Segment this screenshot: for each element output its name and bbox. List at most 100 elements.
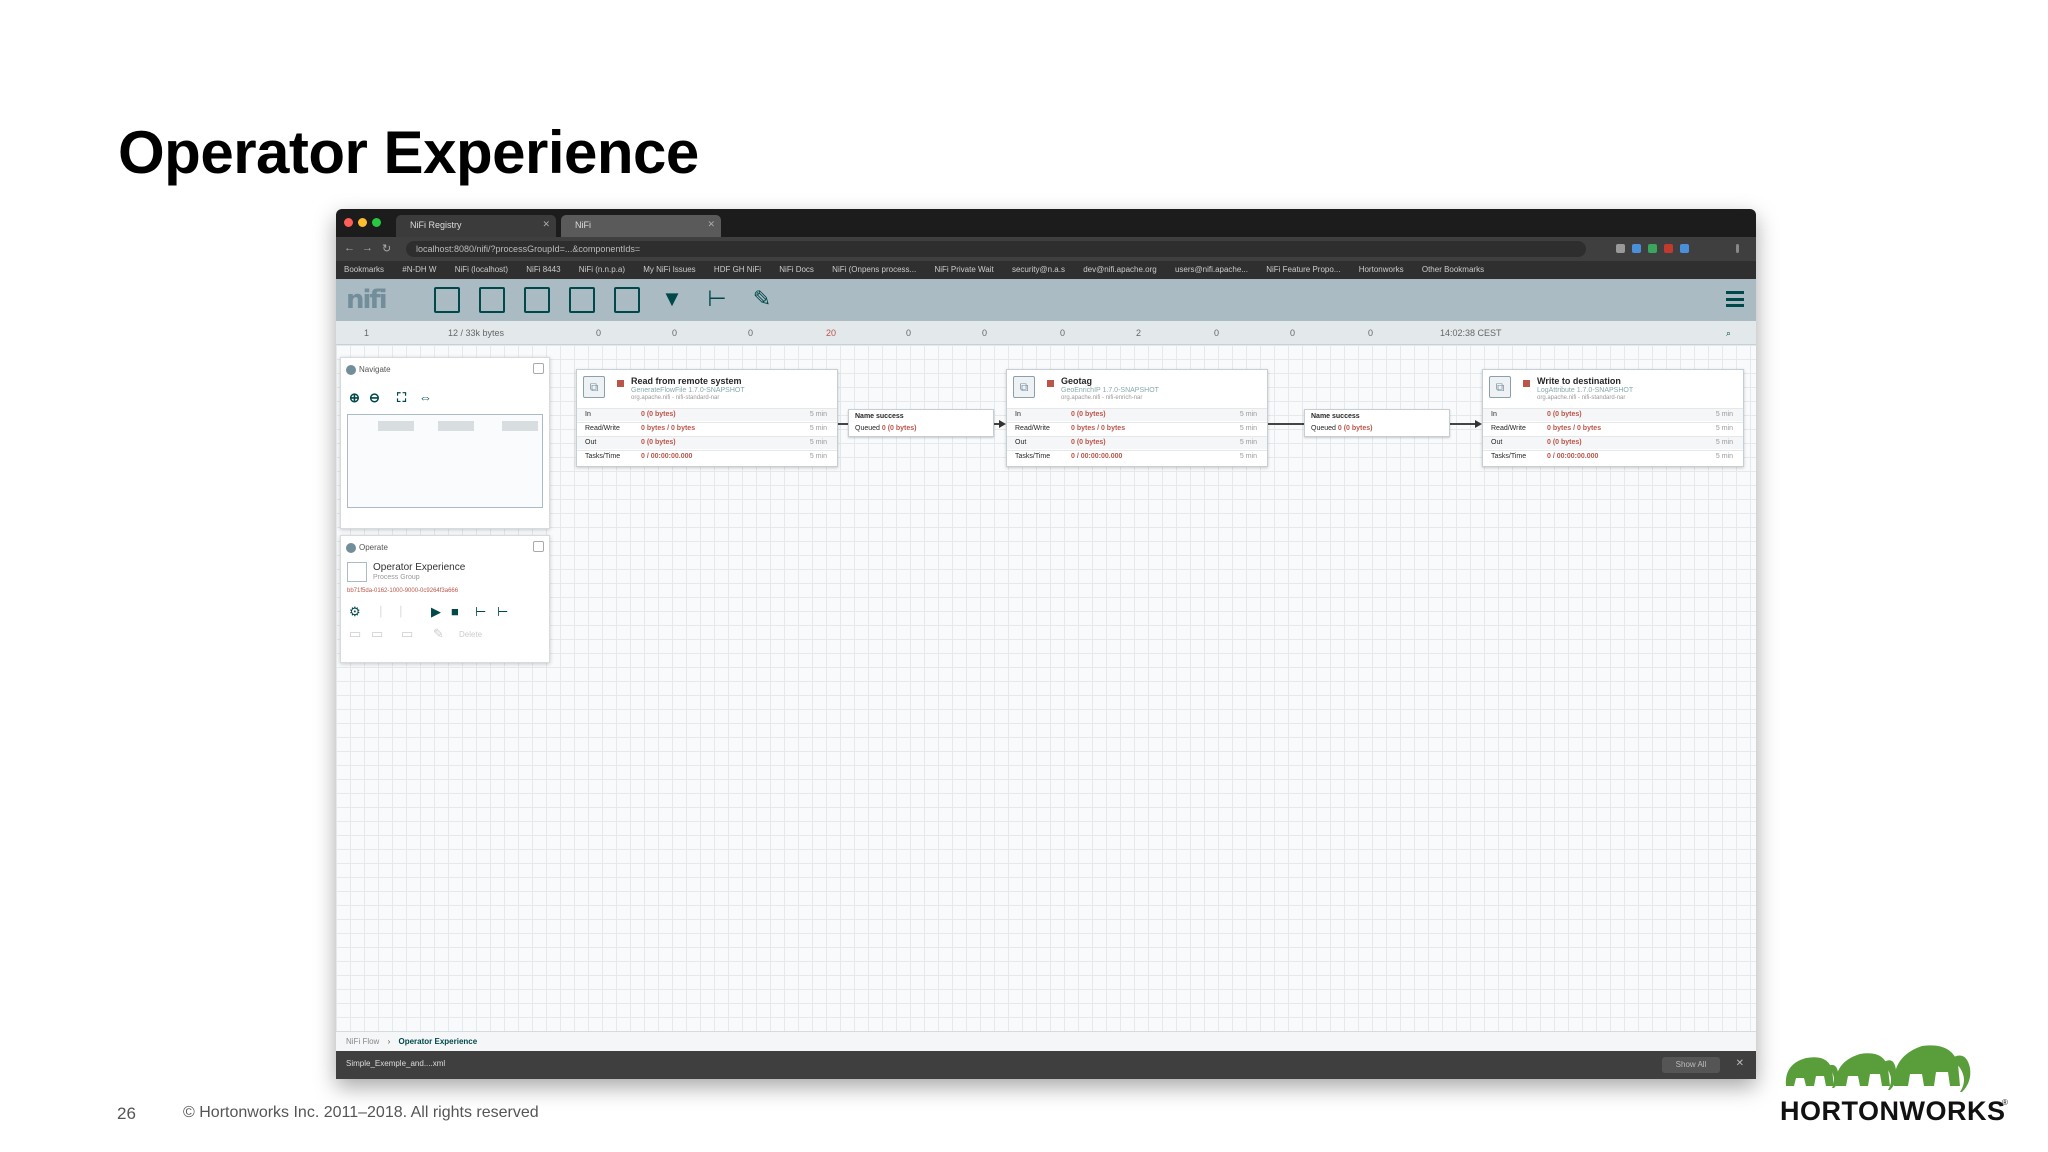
bookmark-item[interactable]: My NiFi Issues — [643, 265, 695, 274]
extension-icon[interactable] — [1648, 244, 1657, 253]
bookmark-item[interactable]: NiFi (localhost) — [455, 265, 508, 274]
funnel-icon[interactable]: ▼ — [659, 287, 685, 313]
input-port-icon[interactable] — [479, 287, 505, 313]
operate-group-type: Process Group — [373, 574, 420, 581]
process-group-icon[interactable] — [569, 287, 595, 313]
bookmark-item[interactable]: dev@nifi.apache.org — [1083, 265, 1157, 274]
bookmark-item[interactable]: NiFi 8443 — [526, 265, 560, 274]
stat-row: Read/Write 0 bytes / 0 bytes 5 min — [577, 422, 837, 435]
stat-row: Out 0 (0 bytes) 5 min — [577, 436, 837, 449]
url-input[interactable]: localhost:8080/nifi/?processGroupId=...&… — [406, 241, 1586, 257]
bookmark-item[interactable]: security@n.a.s — [1012, 265, 1065, 274]
connection-label[interactable]: Name success Queued 0 (0 bytes) — [1304, 409, 1450, 437]
bookmark-item[interactable]: NiFi (Onpens process... — [832, 265, 916, 274]
tab-nifi[interactable]: NiFi ✕ — [561, 215, 721, 237]
connection-arrow — [999, 420, 1006, 428]
queued-label: Queued — [1311, 425, 1336, 432]
row-value: 0 (0 bytes) — [1547, 411, 1582, 418]
template-icon[interactable]: ⊢ — [704, 287, 730, 313]
star-icon[interactable] — [1616, 244, 1625, 253]
row-time: 5 min — [1239, 425, 1257, 432]
search-icon[interactable]: ⌕ — [1726, 328, 1731, 339]
operate-title: Operate — [359, 543, 388, 552]
maximize-window-icon[interactable] — [372, 218, 381, 227]
configure-icon[interactable]: ⚙ — [349, 604, 361, 620]
extension-icon[interactable] — [1664, 244, 1673, 253]
template-icon[interactable]: ⊢ — [475, 604, 486, 620]
bookmark-item[interactable]: Hortonworks — [1359, 265, 1404, 274]
bookmark-item[interactable]: NiFi Docs — [779, 265, 814, 274]
bookmark-item[interactable]: HDF GH NiFi — [714, 265, 761, 274]
bookmark-item[interactable]: #N-DH W — [402, 265, 436, 274]
label-icon[interactable]: ✎ — [749, 287, 775, 313]
group-icon[interactable]: ▭ — [401, 626, 413, 642]
collapse-icon[interactable] — [533, 363, 544, 374]
breadcrumb-separator-icon: › — [387, 1037, 391, 1046]
row-label: Out — [585, 439, 597, 446]
breadcrumb-root[interactable]: NiFi Flow — [346, 1037, 379, 1046]
back-icon[interactable]: ← — [344, 242, 355, 254]
bookmark-item[interactable]: NiFi Private Wait — [934, 265, 993, 274]
close-tab-icon[interactable]: ✕ — [542, 219, 550, 230]
bookmark-item[interactable]: Other Bookmarks — [1422, 265, 1484, 274]
processor-icon[interactable] — [434, 287, 460, 313]
bookmark-item[interactable]: NiFi (n.n.p.a) — [579, 265, 625, 274]
hand-icon — [346, 543, 356, 553]
birdseye-view[interactable] — [347, 414, 543, 508]
menu-icon[interactable] — [1736, 244, 1739, 253]
reload-icon[interactable]: ↻ — [382, 242, 391, 255]
row-time: 5 min — [1715, 453, 1733, 460]
forward-icon[interactable]: → — [362, 242, 373, 254]
bookmark-item[interactable]: NiFi Feature Propo... — [1266, 265, 1340, 274]
processor-write-destination[interactable]: ⧉ Write to destination LogAttribute 1.7.… — [1482, 369, 1744, 467]
flow-status-bar: 1 12 / 33k bytes 0 0 0 20 0 0 0 2 0 0 0 … — [336, 321, 1756, 345]
extension-icon[interactable] — [1632, 244, 1641, 253]
download-file[interactable]: Simple_Exemple_and....xml — [346, 1059, 445, 1068]
locally-modified-stale-stat: 0 — [1290, 328, 1296, 338]
paste-icon[interactable]: ▭ — [371, 626, 383, 642]
enable-icon[interactable]: ᛁ — [377, 604, 385, 619]
flow-canvas[interactable]: Navigate ⊕ ⊖ ⛶ ⇔ Operate Operator Experi… — [336, 345, 1756, 1031]
tab-nifi-registry[interactable]: NiFi Registry ✕ — [396, 215, 556, 237]
processor-geotag[interactable]: ⧉ Geotag GeoEnrichIP 1.7.0-SNAPSHOT org.… — [1006, 369, 1268, 467]
disable-icon[interactable]: ᛁ — [397, 604, 405, 619]
disabled-stat: 0 — [982, 328, 988, 338]
actual-size-icon[interactable]: ⇔ — [419, 390, 432, 405]
close-icon[interactable]: ✕ — [1736, 1058, 1744, 1069]
output-port-icon[interactable] — [524, 287, 550, 313]
start-icon[interactable]: ▶ — [431, 604, 441, 620]
sync-failure-stat: 0 — [1368, 328, 1374, 338]
breadcrumb-current[interactable]: Operator Experience — [398, 1037, 477, 1046]
processor-name: Geotag — [1061, 376, 1093, 386]
upload-template-icon[interactable]: ⊢ — [497, 604, 508, 620]
connection-label[interactable]: Name success Queued 0 (0 bytes) — [848, 409, 994, 437]
stopped-state-icon — [1523, 380, 1530, 387]
stopped-state-icon — [617, 380, 624, 387]
mini-processor — [438, 421, 474, 431]
color-icon[interactable]: ✎ — [433, 626, 444, 642]
stat-row: Tasks/Time 0 / 00:00:00.000 5 min — [577, 450, 837, 463]
close-tab-icon[interactable]: ✕ — [707, 219, 715, 230]
hortonworks-logo: HORTONWORKS ® — [1776, 1036, 2016, 1126]
registered-mark: ® — [2002, 1098, 2008, 1107]
delete-button[interactable]: Delete — [459, 630, 482, 639]
fit-icon[interactable]: ⛶ — [397, 390, 406, 406]
close-window-icon[interactable] — [344, 218, 353, 227]
tab-label: NiFi — [575, 220, 591, 230]
row-label: Out — [1491, 439, 1503, 446]
zoom-out-icon[interactable]: ⊖ — [369, 390, 380, 406]
remote-process-group-icon[interactable] — [614, 287, 640, 313]
processor-read-remote[interactable]: ⧉ Read from remote system GenerateFlowFi… — [576, 369, 838, 467]
row-label: In — [585, 411, 591, 418]
minimize-window-icon[interactable] — [358, 218, 367, 227]
zoom-in-icon[interactable]: ⊕ — [349, 390, 360, 406]
global-menu-icon[interactable] — [1726, 291, 1744, 307]
stop-icon[interactable]: ■ — [451, 604, 459, 619]
processor-bundle: org.apache.nifi - nifi-standard-nar — [1537, 395, 1626, 401]
copy-icon[interactable]: ▭ — [349, 626, 361, 642]
collapse-icon[interactable] — [533, 541, 544, 552]
show-all-button[interactable]: Show All — [1662, 1057, 1720, 1073]
bookmark-item[interactable]: users@nifi.apache... — [1175, 265, 1248, 274]
bookmark-item[interactable]: Bookmarks — [344, 265, 384, 274]
extension-icon[interactable] — [1680, 244, 1689, 253]
